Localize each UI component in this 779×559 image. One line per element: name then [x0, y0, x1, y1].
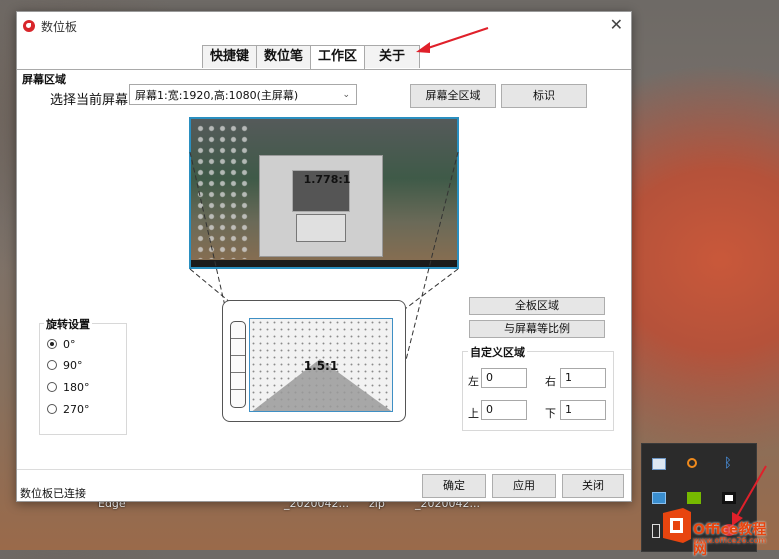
top-label: 上 [468, 405, 479, 421]
screen-preview[interactable]: 1.778:1 [189, 117, 459, 269]
full-screen-area-button[interactable]: 屏幕全区域 [410, 84, 496, 108]
tab-work-area[interactable]: 工作区 [310, 45, 365, 70]
tablet-express-keys [230, 321, 246, 408]
window-title: 数位板 [41, 18, 77, 35]
preview-desktop-icons [195, 123, 251, 259]
right-label: 右 [545, 373, 556, 389]
title-bar: 数位板 ✕ [17, 12, 631, 40]
app-logo-icon [23, 20, 35, 32]
left-label: 左 [468, 373, 479, 389]
full-board-area-button[interactable]: 全板区域 [469, 297, 605, 315]
rotation-title: 旋转设置 [44, 316, 92, 332]
tablet-settings-window: 数位板 ✕ 快捷键 数位笔 工作区 关于 屏幕区域 选择当前屏幕 屏幕1:宽:1… [16, 11, 632, 502]
top-input[interactable]: 0 [481, 400, 527, 420]
tab-pen[interactable]: 数位笔 [256, 45, 311, 68]
right-input[interactable]: 1 [560, 368, 606, 388]
identify-label: 标识 [502, 85, 586, 107]
preview-taskbar [191, 260, 459, 267]
screen-ratio-label: 1.778:1 [285, 173, 369, 186]
full-screen-area-label: 屏幕全区域 [411, 85, 495, 107]
tab-shortcuts[interactable]: 快捷键 [202, 45, 257, 68]
screen-select[interactable]: 屏幕1:宽:1920,高:1080(主屏幕) ⌄ [129, 84, 357, 105]
screen-area-title: 屏幕区域 [22, 71, 66, 87]
custom-area-title: 自定义区域 [468, 344, 527, 360]
connection-status: 数位板已连接 [20, 485, 86, 501]
left-input[interactable]: 0 [481, 368, 527, 388]
apply-button[interactable]: 应用 [492, 474, 556, 498]
ok-label: 确定 [423, 475, 485, 497]
close-icon[interactable]: ✕ [610, 15, 623, 34]
footer-divider [17, 469, 631, 470]
tab-about[interactable]: 关于 [364, 45, 420, 68]
ok-button[interactable]: 确定 [422, 474, 486, 498]
search-icon[interactable] [687, 458, 697, 468]
match-screen-ratio-button[interactable]: 与屏幕等比例 [469, 320, 605, 338]
bluetooth-icon[interactable]: ᛒ [724, 456, 732, 471]
nvidia-icon[interactable] [687, 492, 701, 504]
tab-divider [17, 69, 631, 70]
app-tray-icon[interactable] [652, 492, 666, 504]
screen-select-value: 屏幕1:宽:1920,高:1080(主屏幕) [135, 89, 298, 102]
watermark-url: www.office26.com [693, 536, 766, 545]
close-label: 关闭 [563, 475, 623, 497]
identify-button[interactable]: 标识 [501, 84, 587, 108]
bottom-input[interactable]: 1 [560, 400, 606, 420]
close-button[interactable]: 关闭 [562, 474, 624, 498]
tab-bar: 快捷键 数位笔 工作区 关于 [202, 45, 419, 69]
full-board-label: 全板区域 [470, 298, 604, 314]
mail-icon[interactable] [652, 458, 666, 470]
chevron-down-icon: ⌄ [342, 85, 350, 106]
bottom-label: 下 [545, 405, 556, 421]
office-logo-icon [657, 507, 697, 544]
dolby-icon[interactable] [722, 492, 736, 504]
tablet-ratio-label: 1.5:1 [285, 359, 357, 373]
preview-window [259, 155, 383, 257]
match-ratio-label: 与屏幕等比例 [470, 321, 604, 337]
screen-select-label: 选择当前屏幕 [50, 89, 128, 108]
apply-label: 应用 [493, 475, 555, 497]
